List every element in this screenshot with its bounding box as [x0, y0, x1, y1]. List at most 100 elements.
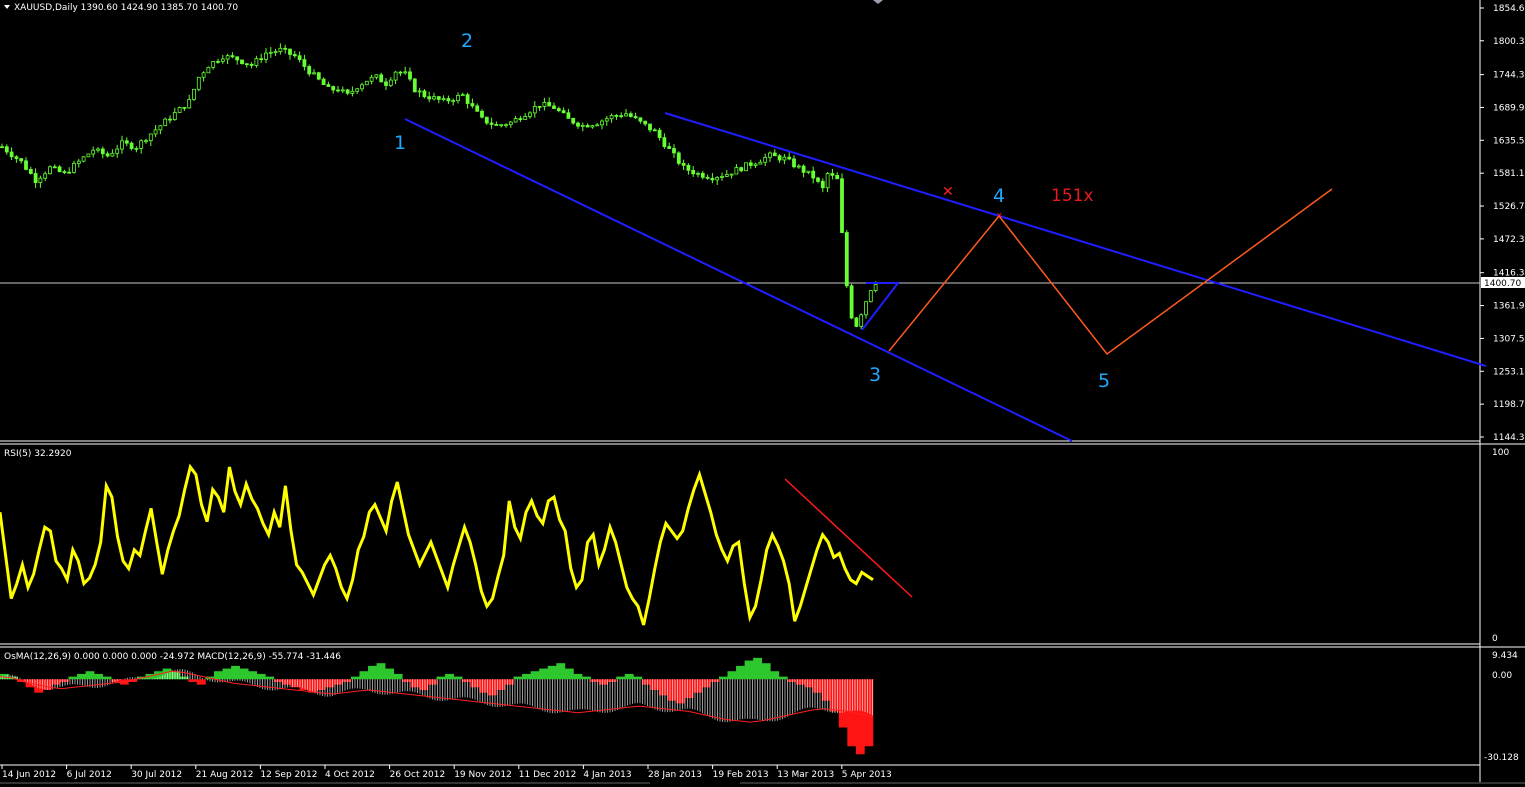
- osma-bar: [436, 676, 446, 680]
- osma-bar: [479, 679, 489, 693]
- price-tick-label: 1307.54: [1493, 334, 1525, 344]
- macd-tick-top: 9.434: [1492, 651, 1518, 661]
- price-candle: [868, 290, 873, 303]
- cross-marker-icon: ✕: [942, 184, 954, 200]
- time-tick-label: 30 Jul 2012: [131, 770, 182, 780]
- osma-bar: [239, 668, 249, 680]
- current-price-label: 1400.70: [1484, 279, 1521, 289]
- osma-bar: [265, 676, 275, 680]
- chart-title: XAUUSD,Daily 1390.60 1424.90 1385.70 140…: [14, 3, 238, 13]
- price-candle: [364, 80, 369, 86]
- osma-bar: [385, 668, 395, 680]
- osma-bar: [744, 660, 754, 680]
- wave-label-2: 2: [461, 30, 473, 52]
- price-candle: [854, 317, 859, 328]
- price-tick-label: 1144.34: [1493, 433, 1525, 443]
- price-tick-label: 1800.34: [1493, 37, 1525, 47]
- time-tick-label: 12 Sep 2012: [260, 770, 317, 780]
- price-candle: [48, 165, 52, 175]
- time-tick-label: 21 Aug 2012: [196, 770, 254, 780]
- osma-bar: [582, 676, 591, 680]
- price-tick-label: 1253.14: [1493, 367, 1525, 377]
- price-candle: [676, 151, 681, 166]
- osma-bar: [564, 668, 574, 680]
- osma-bar: [539, 668, 549, 680]
- osma-bar: [753, 657, 763, 680]
- wave-label-1: 1: [394, 132, 406, 154]
- osma-bar: [350, 676, 360, 680]
- osma-bar: [68, 676, 78, 680]
- wave-label-5: 5: [1098, 370, 1110, 392]
- price-candle: [412, 77, 417, 93]
- osma-bar: [556, 663, 566, 680]
- osma-bar: [727, 671, 737, 680]
- price-candle: [316, 71, 321, 81]
- osma-bar: [770, 671, 780, 680]
- osma-bar: [718, 676, 728, 680]
- osma-bar: [445, 673, 454, 680]
- price-tick-label: 1198.74: [1493, 400, 1525, 410]
- price-candle: [744, 162, 748, 172]
- osma-bar: [222, 668, 232, 680]
- osma-bar: [453, 676, 463, 680]
- price-candle: [196, 76, 201, 92]
- osma-bar: [393, 673, 403, 680]
- wave-label-3: 3: [869, 364, 881, 386]
- price-candle: [206, 66, 211, 74]
- time-tick-label: 11 Dec 2012: [519, 770, 577, 780]
- price-candle: [849, 283, 854, 320]
- time-tick-label: 19 Feb 2013: [713, 770, 769, 780]
- osma-bar: [778, 676, 788, 680]
- rsi-tick-100: 100: [1492, 448, 1509, 458]
- osma-bar: [864, 679, 874, 747]
- osma-bar: [701, 679, 711, 688]
- price-candle: [192, 88, 196, 101]
- osma-bar: [94, 673, 104, 680]
- osma-bar: [85, 671, 95, 680]
- price-candle: [844, 230, 849, 288]
- macd-title: OsMA(12,26,9) 0.000 0.000 0.000 -24.972 …: [4, 652, 341, 662]
- time-tick-label: 5 Apr 2013: [842, 770, 892, 780]
- osma-bar: [616, 676, 626, 680]
- price-tick-label: 1472.34: [1493, 235, 1525, 245]
- price-tick-label: 1854.60: [1493, 4, 1525, 14]
- osma-bar: [419, 679, 429, 690]
- osma-bar: [599, 679, 608, 685]
- osma-bar: [641, 679, 651, 685]
- price-candle: [240, 59, 244, 65]
- osma-bar: [761, 663, 771, 680]
- price-tick-label: 1361.94: [1493, 302, 1525, 312]
- price-candle: [177, 106, 182, 113]
- time-tick-label: 13 Mar 2013: [777, 770, 834, 780]
- osma-bar: [530, 671, 540, 680]
- osma-bar: [376, 663, 386, 680]
- osma-bar: [368, 665, 377, 680]
- time-tick-label: 26 Oct 2012: [390, 770, 446, 780]
- time-tick-label: 14 Jun 2012: [2, 770, 56, 780]
- osma-bar: [573, 673, 583, 680]
- wave-label-4: 4: [993, 185, 1005, 207]
- time-tick-label: 19 Nov 2012: [454, 770, 512, 780]
- rsi-tick-0: 0: [1492, 634, 1498, 644]
- osma-bar: [231, 665, 240, 680]
- osma-bar: [77, 673, 86, 680]
- price-tick-label: 1635.54: [1493, 136, 1525, 146]
- point-marker-icon: ✕: [996, 211, 1003, 220]
- osma-bar: [188, 679, 198, 682]
- rsi-title: RSI(5) 32.2920: [4, 449, 72, 459]
- osma-bar: [659, 679, 668, 696]
- macd-tick-zero: 0.00: [1492, 671, 1512, 681]
- price-candle: [81, 156, 86, 163]
- price-candle: [840, 173, 844, 234]
- osma-bar: [316, 679, 326, 690]
- price-candle: [859, 313, 864, 330]
- time-tick-label: 4 Oct 2012: [325, 770, 375, 780]
- price-tick-label: 1744.34: [1493, 71, 1525, 81]
- time-tick-label: 6 Jul 2012: [67, 770, 112, 780]
- osma-bar: [736, 665, 745, 680]
- note-label: 151x: [1051, 186, 1094, 206]
- osma-bar: [821, 679, 831, 701]
- osma-bar: [359, 671, 369, 680]
- osma-bar: [804, 679, 814, 688]
- osma-bar: [256, 673, 266, 680]
